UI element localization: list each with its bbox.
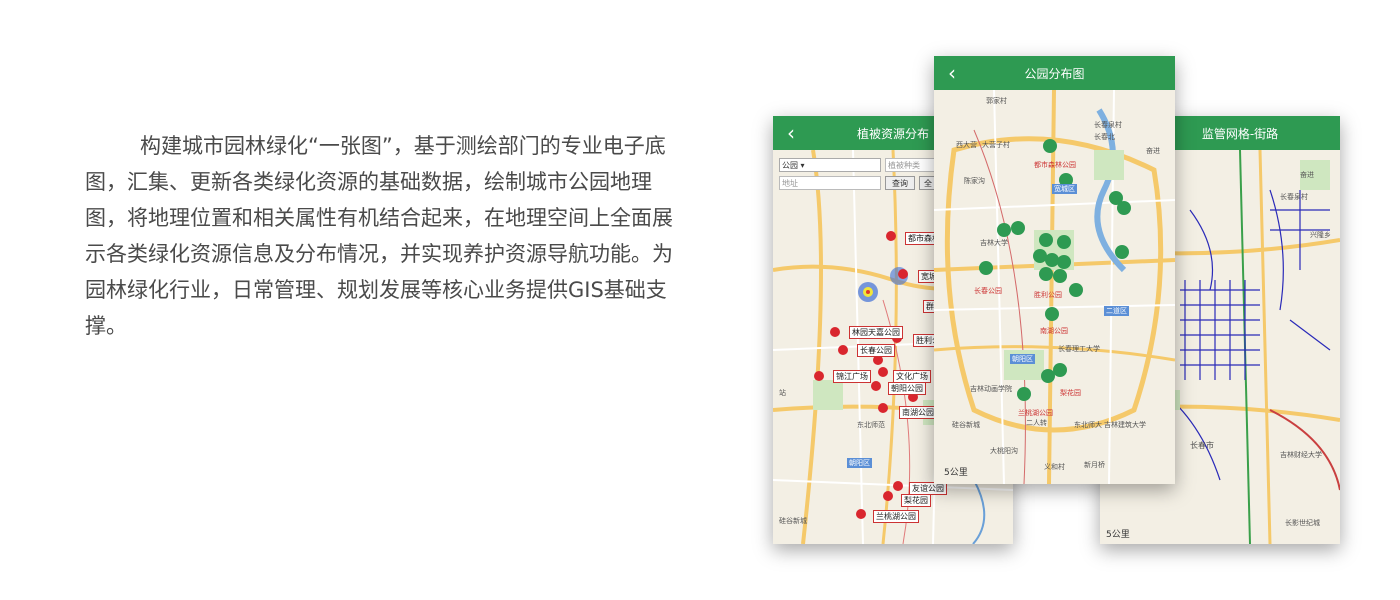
- pin-label[interactable]: 兰桃湖公园: [873, 510, 919, 523]
- pin-label[interactable]: 南湖公园: [899, 406, 937, 419]
- map-label: 陈家沟: [964, 177, 985, 185]
- intro-paragraph: 构建城市园林绿化“一张图”，基于测绘部门的专业电子底图，汇集、更新各类绿化资源的…: [85, 128, 675, 344]
- vegetation-type-placeholder: 植被种类: [888, 161, 920, 170]
- map-label: 朝阳区: [1010, 354, 1035, 364]
- map-label: 西大营: [956, 141, 977, 149]
- park-map[interactable]: 郭家村 西大营 大营子村 长春泉村 长春北 奋进 都市森林公园 宽城区 陈家沟 …: [934, 90, 1175, 484]
- category-select[interactable]: 公园 ▾: [779, 158, 881, 172]
- query-button[interactable]: 查询: [885, 176, 915, 190]
- map-label: 长影世纪城: [1285, 519, 1320, 527]
- chevron-left-icon[interactable]: ‹: [781, 116, 801, 150]
- map-label: 大桃阳沟: [990, 447, 1018, 455]
- map-label: 吉林动画学院: [970, 385, 1012, 393]
- map-label: 义和村: [1044, 463, 1065, 471]
- intro-text: 构建城市园林绿化“一张图”，基于测绘部门的专业电子底图，汇集、更新各类绿化资源的…: [85, 134, 673, 338]
- map-label: 东北师范: [857, 421, 885, 429]
- map-label: 长春泉村: [1280, 193, 1308, 201]
- map-label: 郭家村: [986, 97, 1007, 105]
- map-label: 长春市: [1190, 441, 1214, 450]
- clear-button-label: 全: [924, 179, 932, 188]
- map-label: 长春理工大学: [1058, 345, 1100, 353]
- park-header: ‹ 公园分布图: [934, 56, 1175, 90]
- map-label: 梨花园: [1060, 389, 1081, 397]
- map-label: 二道区: [1104, 306, 1129, 316]
- map-label: 奋进: [1300, 171, 1314, 179]
- map-label: 硅谷新城: [952, 421, 980, 429]
- grid-title: 监管网格-街路: [1201, 126, 1279, 141]
- map-label: 长春泉村: [1094, 121, 1122, 129]
- map-label: 都市森林公园: [1034, 161, 1076, 169]
- map-label: 东北师大: [1074, 421, 1102, 429]
- vegetation-title: 植被资源分布: [856, 126, 929, 141]
- pin-label[interactable]: 林园天嘉公园: [849, 326, 903, 339]
- map-label: 兰桃湖公园: [1018, 409, 1053, 417]
- chevron-left-icon[interactable]: ‹: [942, 56, 962, 90]
- map-label: 硅谷新城: [779, 517, 807, 525]
- map-label: 胜利公园: [1034, 291, 1062, 299]
- map-scale: 5公里: [944, 468, 968, 478]
- map-label: 新月桥: [1084, 461, 1105, 469]
- map-label: 宽城区: [1052, 184, 1077, 194]
- pin-label[interactable]: 梨花园: [901, 494, 931, 507]
- map-label: 兴隆乡: [1310, 231, 1331, 239]
- phone-park-screen: ‹ 公园分布图 郭家村 西大营 大营子村 长春泉村 长春北 奋进 都市森林公园 …: [934, 56, 1175, 484]
- map-label: 站: [779, 389, 786, 397]
- pin-label[interactable]: 长春公园: [857, 344, 895, 357]
- map-label: 吉林财经大学: [1280, 451, 1322, 459]
- map-label: 大营子村: [982, 141, 1010, 149]
- map-label: 长春北: [1094, 133, 1115, 141]
- map-label: 长春公园: [974, 287, 1002, 295]
- pin-label[interactable]: 朝阳公园: [888, 382, 926, 395]
- address-input[interactable]: 地址: [779, 176, 881, 190]
- map-label: 吉林建筑大学: [1104, 421, 1146, 429]
- category-select-value: 公园: [782, 161, 798, 170]
- map-label: 吉林大学: [980, 239, 1008, 247]
- address-placeholder: 地址: [782, 179, 798, 188]
- map-label: 朝阳区: [847, 458, 872, 468]
- map-label: 南湖公园: [1040, 327, 1068, 335]
- map-scale: 5公里: [1106, 530, 1130, 540]
- pin-label[interactable]: 锦江广场: [833, 370, 871, 383]
- query-button-label: 查询: [892, 179, 908, 188]
- map-label: 奋进: [1146, 147, 1160, 155]
- park-title: 公园分布图: [1024, 66, 1085, 81]
- map-label: 二人转: [1026, 419, 1047, 427]
